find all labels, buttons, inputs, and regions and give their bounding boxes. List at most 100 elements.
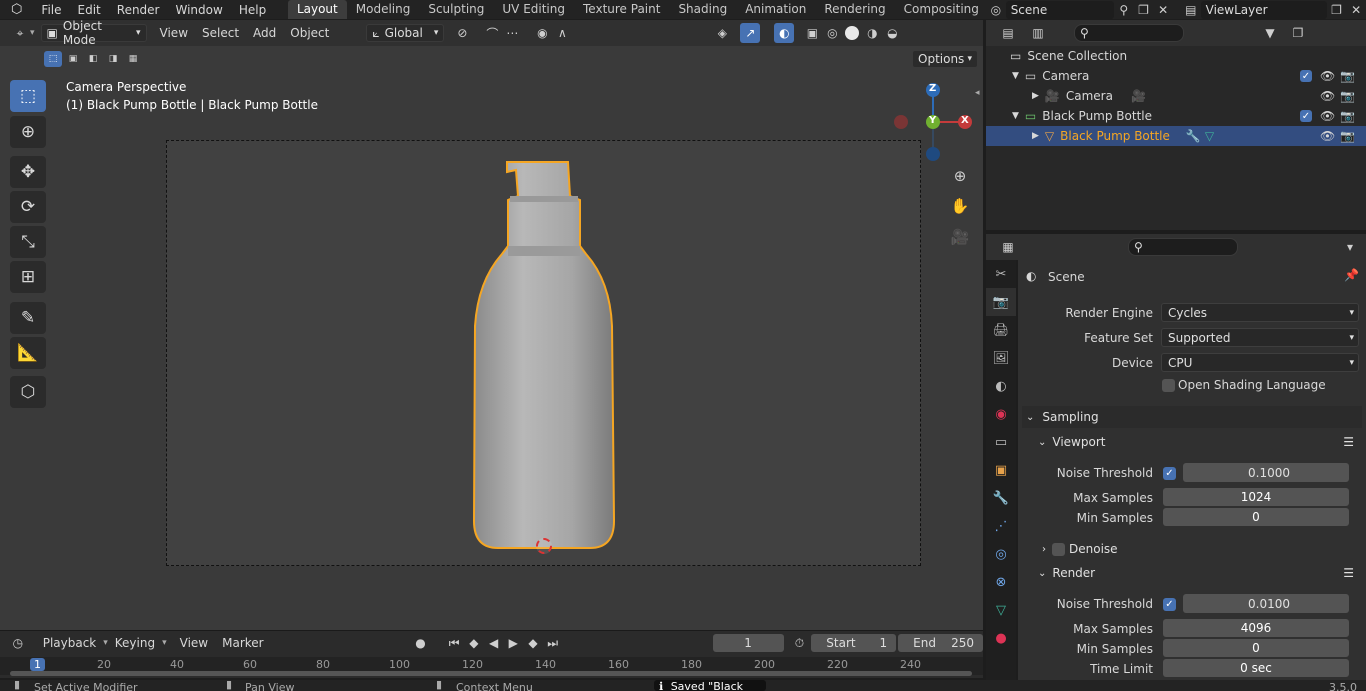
timeline-view-menu[interactable]: View (173, 636, 215, 650)
add-cube-tool[interactable]: ⬡ (10, 376, 46, 408)
mode-dropdown[interactable]: ▣ Object Mode ▾ (40, 19, 147, 47)
workspace-tab[interactable]: Modeling (347, 0, 420, 19)
select-subtract-icon[interactable]: ◧ (84, 51, 102, 67)
playback-menu[interactable]: Playback (36, 636, 104, 650)
physics-tab-icon[interactable]: ◎ (986, 540, 1016, 568)
menu-object[interactable]: Object (283, 26, 336, 40)
select-extend-icon[interactable]: ▣ (64, 51, 82, 67)
outliner-row-camera-collection[interactable]: ▼ ▭ Camera ✓ 👁 📷 (986, 66, 1366, 86)
pin-icon[interactable]: 📌 (1344, 268, 1359, 282)
collapse-arrow-icon[interactable]: ◂ (975, 88, 980, 98)
menu-view[interactable]: View (153, 26, 195, 40)
pivot-icon[interactable]: ⊘ (452, 23, 472, 43)
filter-icon[interactable]: ▼ (1260, 23, 1280, 43)
record-icon[interactable]: ● (411, 633, 431, 653)
play-reverse-icon[interactable]: ◀ (484, 633, 504, 653)
checkbox-icon[interactable]: ✓ (1300, 70, 1312, 82)
annotate-tool[interactable]: ✎ (10, 302, 46, 334)
vp-noise-checkbox[interactable]: ✓ (1163, 467, 1176, 480)
workspace-tab[interactable]: UV Editing (493, 0, 574, 19)
osl-checkbox[interactable]: Open Shading Language (1162, 378, 1326, 392)
snap-target-icon[interactable]: ⋯ (502, 23, 522, 43)
r-noise-threshold-field[interactable]: 0.0100 (1183, 594, 1349, 613)
3d-cursor-icon[interactable] (536, 538, 552, 554)
select-box-tool[interactable]: ⬚ (10, 80, 46, 112)
zoom-icon[interactable]: ⊕ (950, 166, 970, 186)
constraints-tab-icon[interactable]: ⊗ (986, 568, 1016, 596)
scene-icon[interactable]: ◎ (986, 0, 1006, 20)
render-engine-dropdown[interactable]: Cycles ▾ (1161, 303, 1359, 322)
menu-window[interactable]: Window (168, 3, 231, 17)
outliner-search-input[interactable]: ⚲ (1074, 24, 1184, 42)
workspace-tab[interactable]: Layout (287, 0, 347, 19)
properties-search-input[interactable]: ⚲ (1128, 238, 1238, 256)
collection-tab-icon[interactable]: ▭ (986, 428, 1016, 456)
next-keyframe-icon[interactable]: ◆ (523, 633, 543, 653)
menu-edit[interactable]: Edit (70, 3, 109, 17)
outliner-editor-icon[interactable]: ▤ (998, 23, 1018, 43)
sampling-panel-header[interactable]: ⌄ Sampling (1022, 406, 1362, 428)
scene-pin-icon[interactable]: ⚲ (1114, 0, 1134, 20)
output-tab-icon[interactable]: 🖨 (986, 316, 1016, 344)
wireframe-shading-icon[interactable]: ◎ (822, 23, 842, 43)
marker-menu[interactable]: Marker (215, 636, 270, 650)
r-max-samples-field[interactable]: 4096 (1163, 619, 1349, 637)
render-subpanel-header[interactable]: ⌄ Render ☰ (1038, 562, 1354, 584)
menu-add[interactable]: Add (246, 26, 283, 40)
orientation-dropdown[interactable]: ⟀ Global ▾ (366, 24, 445, 42)
checkbox-icon[interactable]: ✓ (1300, 110, 1312, 122)
particles-tab-icon[interactable]: ⋰ (986, 512, 1016, 540)
camera-view-icon[interactable]: 🎥 (950, 227, 970, 247)
eye-icon[interactable]: 👁 (1320, 129, 1335, 143)
view-layer-tab-icon[interactable]: 🖼 (986, 344, 1016, 372)
tool-tab-icon[interactable]: ✂ (986, 260, 1016, 288)
menu-select[interactable]: Select (195, 26, 246, 40)
select-intersect-icon[interactable]: ▦ (124, 51, 142, 67)
world-tab-icon[interactable]: ◉ (986, 400, 1016, 428)
xray-icon[interactable]: ▣ (802, 23, 822, 43)
navigation-gizmo[interactable]: Z Y X (892, 82, 972, 162)
expand-arrow-icon[interactable]: ▶ (1032, 91, 1039, 101)
outliner-row-camera-object[interactable]: ▶ 🎥 Camera 🎥 👁 📷 (986, 86, 1366, 106)
new-scene-icon[interactable]: ❐ (1134, 0, 1154, 20)
view-layer-icon[interactable]: ▤ (1181, 0, 1201, 20)
workspace-tab[interactable]: Shading (669, 0, 736, 19)
render-tab-icon[interactable]: 📷 (986, 288, 1016, 316)
stopwatch-icon[interactable]: ⏱ (790, 633, 810, 653)
workspace-tab[interactable]: Compositing (895, 0, 982, 19)
expand-arrow-icon[interactable]: ▼ (1012, 111, 1019, 121)
select-new-icon[interactable]: ⬚ (44, 51, 62, 67)
vp-min-samples-field[interactable]: 0 (1163, 508, 1349, 526)
jump-start-icon[interactable]: ⏮ (444, 633, 464, 653)
select-invert-icon[interactable]: ◨ (104, 51, 122, 67)
feature-set-dropdown[interactable]: Supported ▾ (1161, 328, 1359, 347)
material-tab-icon[interactable]: ● (986, 624, 1016, 652)
vp-noise-threshold-field[interactable]: 0.1000 (1183, 463, 1349, 482)
workspace-tab[interactable]: Rendering (815, 0, 894, 19)
workspace-tab[interactable]: Texture Paint (574, 0, 669, 19)
visibility-icon[interactable]: ◈ (712, 23, 732, 43)
scale-tool[interactable]: ⤡ (10, 226, 46, 258)
denoise-subpanel-header[interactable]: › Denoise (1042, 538, 1354, 560)
options-dropdown[interactable]: Options ▾ (912, 50, 978, 68)
view-layer-selector[interactable]: ViewLayer (1200, 0, 1327, 19)
pan-hand-icon[interactable]: ✋ (950, 196, 970, 216)
solid-shading-icon[interactable] (845, 26, 860, 40)
outliner-row-bottle-object[interactable]: ▶ ▽ Black Pump Bottle 🔧 ▽ 👁 📷 (986, 126, 1366, 146)
proportional-edit-icon[interactable]: ◉ (532, 23, 552, 43)
wrench-modifier-icon[interactable]: 🔧 (1186, 129, 1201, 143)
eye-icon[interactable]: 👁 (1320, 69, 1335, 83)
eye-icon[interactable]: 👁 (1320, 109, 1335, 123)
checkbox-icon[interactable] (1162, 378, 1175, 392)
render-camera-icon[interactable]: 📷 (1340, 129, 1355, 143)
display-mode-icon[interactable]: ▥ (1028, 23, 1048, 43)
eye-icon[interactable]: 👁 (1320, 89, 1335, 103)
scene-collection-row[interactable]: ▭ Scene Collection (986, 46, 1366, 66)
move-tool[interactable]: ✥ (10, 156, 46, 188)
properties-editor-icon[interactable]: ▦ (998, 237, 1018, 257)
workspace-tab[interactable]: Sculpting (419, 0, 493, 19)
workspace-tab[interactable]: Animation (736, 0, 815, 19)
expand-arrow-icon[interactable]: ▼ (1012, 71, 1019, 81)
measure-tool[interactable]: 📐 (10, 337, 46, 369)
time-limit-field[interactable]: 0 sec (1163, 659, 1349, 677)
